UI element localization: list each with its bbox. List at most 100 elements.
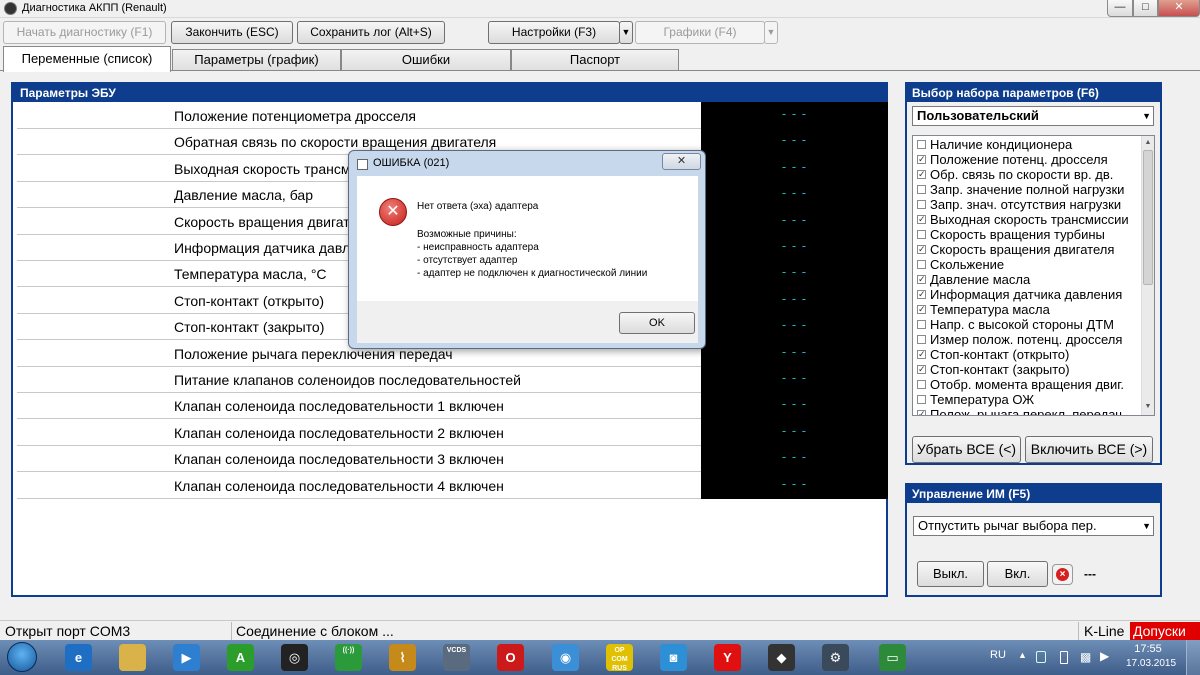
tray-language[interactable]: RU	[990, 649, 1006, 675]
checkbox[interactable]	[917, 185, 926, 194]
param-value: - - -	[701, 128, 888, 156]
taskbar-button[interactable]: ▭	[868, 641, 916, 674]
minimize-button[interactable]: —	[1107, 0, 1133, 17]
checkbox[interactable]: ✓	[917, 215, 926, 224]
table-row: Положение потенциометра дросселя - - -	[17, 102, 888, 129]
graphs-dropdown-icon[interactable]: ▼	[764, 21, 778, 44]
show-desktop-button[interactable]	[1186, 640, 1200, 675]
param-set-select[interactable]: Пользовательский ▼	[912, 106, 1154, 126]
table-row: Питание клапанов соленоидов последовател…	[17, 366, 888, 393]
tab-parameters-graph[interactable]: Параметры (график)	[172, 49, 341, 70]
param-value: - - -	[701, 260, 888, 288]
start-diagnostics-button[interactable]: Начать диагностику (F1)	[3, 21, 166, 44]
checkbox[interactable]	[917, 140, 926, 149]
param-value: - - -	[701, 418, 888, 446]
param-value: - - -	[701, 471, 888, 499]
param-value: - - -	[701, 102, 888, 129]
close-button[interactable]: ✕	[1158, 0, 1200, 17]
disc-tool-icon: ◎	[281, 644, 308, 671]
scroll-down-icon[interactable]: ▼	[1143, 402, 1153, 412]
checkbox[interactable]: ✓	[917, 305, 926, 314]
taskbar-button[interactable]: O	[486, 641, 534, 674]
checkbox[interactable]	[917, 230, 926, 239]
tray-network-icon[interactable]: ▩	[1080, 650, 1091, 675]
checkbox[interactable]	[917, 320, 926, 329]
dialog-close-button[interactable]: ✕	[662, 153, 701, 170]
checkbox[interactable]: ✓	[917, 245, 926, 254]
settings-button[interactable]: Настройки (F3)	[488, 21, 620, 44]
checkbox[interactable]	[917, 200, 926, 209]
save-log-button[interactable]: Сохранить лог (Alt+S)	[297, 21, 445, 44]
clock-date[interactable]: 17.03.2015	[1126, 658, 1176, 675]
checkbox[interactable]	[917, 335, 926, 344]
taskbar-button[interactable]: Y	[703, 641, 751, 674]
tab-errors[interactable]: Ошибки	[341, 49, 511, 70]
list-item-label: Наличие кондиционера	[930, 137, 1073, 152]
checkbox[interactable]: ✓	[917, 290, 926, 299]
actuator-on-button[interactable]: Вкл.	[987, 561, 1048, 587]
taskbar-button[interactable]: ⚙	[811, 641, 859, 674]
scroll-up-icon[interactable]: ▲	[1143, 138, 1153, 148]
param-listbox[interactable]: Наличие кондиционера ✓ Положение потенц. д…	[912, 135, 1155, 416]
actuator-select[interactable]: Отпустить рычаг выбора пер. ▼	[913, 516, 1154, 536]
taskbar-button[interactable]	[108, 641, 156, 674]
checkbox[interactable]	[917, 260, 926, 269]
list-item-label: Скорость вращения двигателя	[930, 242, 1115, 257]
taskbar-button[interactable]: ◎	[270, 641, 318, 674]
param-name: Скорость вращения двигателя	[174, 213, 373, 230]
param-value: - - -	[701, 207, 888, 235]
taskbar-button[interactable]: ▶	[162, 641, 210, 674]
list-item-label: Стоп-контакт (закрыто)	[930, 362, 1070, 377]
checkbox[interactable]	[917, 395, 926, 404]
error-icon: ✕	[379, 198, 407, 226]
taskbar-button[interactable]: ◆	[757, 641, 805, 674]
scroll-thumb[interactable]	[1143, 150, 1153, 285]
tray-battery-icon[interactable]	[1060, 651, 1068, 664]
param-name: Клапан соленоида последовательности 2 вк…	[174, 424, 504, 441]
checkbox[interactable]: ✓	[917, 365, 926, 374]
taskbar-button[interactable]: ⌇	[378, 641, 426, 674]
tray-flag-icon[interactable]	[1036, 651, 1046, 663]
tray-volume-icon[interactable]: ▶	[1100, 649, 1109, 675]
start-button[interactable]	[3, 640, 43, 675]
checkbox[interactable]: ✓	[917, 410, 926, 415]
checkbox[interactable]: ✓	[917, 155, 926, 164]
checkbox[interactable]	[917, 380, 926, 389]
graphs-button[interactable]: Графики (F4)	[635, 21, 765, 44]
taskbar-button[interactable]: ◉	[541, 641, 589, 674]
taskbar-button[interactable]: ((·))	[324, 641, 372, 674]
param-name: Клапан соленоида последовательности 3 вк…	[174, 451, 504, 468]
actuator-off-button[interactable]: Выкл.	[917, 561, 984, 587]
tray-chevron-icon[interactable]: ▲	[1018, 650, 1027, 675]
taskbar-button[interactable]: A	[216, 641, 264, 674]
checkbox[interactable]: ✓	[917, 350, 926, 359]
dialog-body: ✕ Нет ответа (эха) адаптера Возможные пр…	[357, 176, 698, 301]
taskbar-button[interactable]: e	[54, 641, 102, 674]
remove-all-button[interactable]: Убрать ВСЕ (<)	[912, 436, 1021, 463]
status-bar: Открыт порт COM3 Соединение с блоком ...…	[0, 620, 1200, 640]
dialog-window-icon	[357, 159, 368, 170]
actuator-stop-button[interactable]: ×	[1052, 564, 1073, 585]
a-app-icon: A	[227, 644, 254, 671]
folder-icon	[119, 644, 146, 671]
tab-passport[interactable]: Паспорт	[511, 49, 679, 70]
checkbox[interactable]: ✓	[917, 275, 926, 284]
checkbox[interactable]: ✓	[917, 170, 926, 179]
dialog-ok-button[interactable]: OK	[619, 312, 695, 334]
chrome-icon: ◉	[552, 644, 579, 671]
taskbar-button[interactable]: ◙	[649, 641, 697, 674]
maximize-button[interactable]: □	[1133, 0, 1158, 17]
param-value: - - -	[701, 286, 888, 314]
taskbar-button[interactable]: OP COM RUS	[595, 641, 643, 674]
windows-logo-icon	[7, 642, 37, 672]
title-bar: Диагностика АКПП (Renault) — □ ✕	[0, 0, 1200, 18]
param-name: Температура масла, °C	[174, 266, 327, 283]
taskbar-button[interactable]: VCDS	[432, 641, 480, 674]
param-list-scrollbar[interactable]: ▲ ▼	[1141, 136, 1154, 415]
list-item-label: Полож. рычага перекл. передач	[930, 407, 1123, 416]
finish-button[interactable]: Закончить (ESC)	[171, 21, 293, 44]
add-all-button[interactable]: Включить ВСЕ (>)	[1025, 436, 1153, 463]
app-icon	[4, 2, 17, 15]
settings-dropdown-icon[interactable]: ▼	[619, 21, 633, 44]
tab-variables-list[interactable]: Переменные (список)	[3, 46, 171, 72]
